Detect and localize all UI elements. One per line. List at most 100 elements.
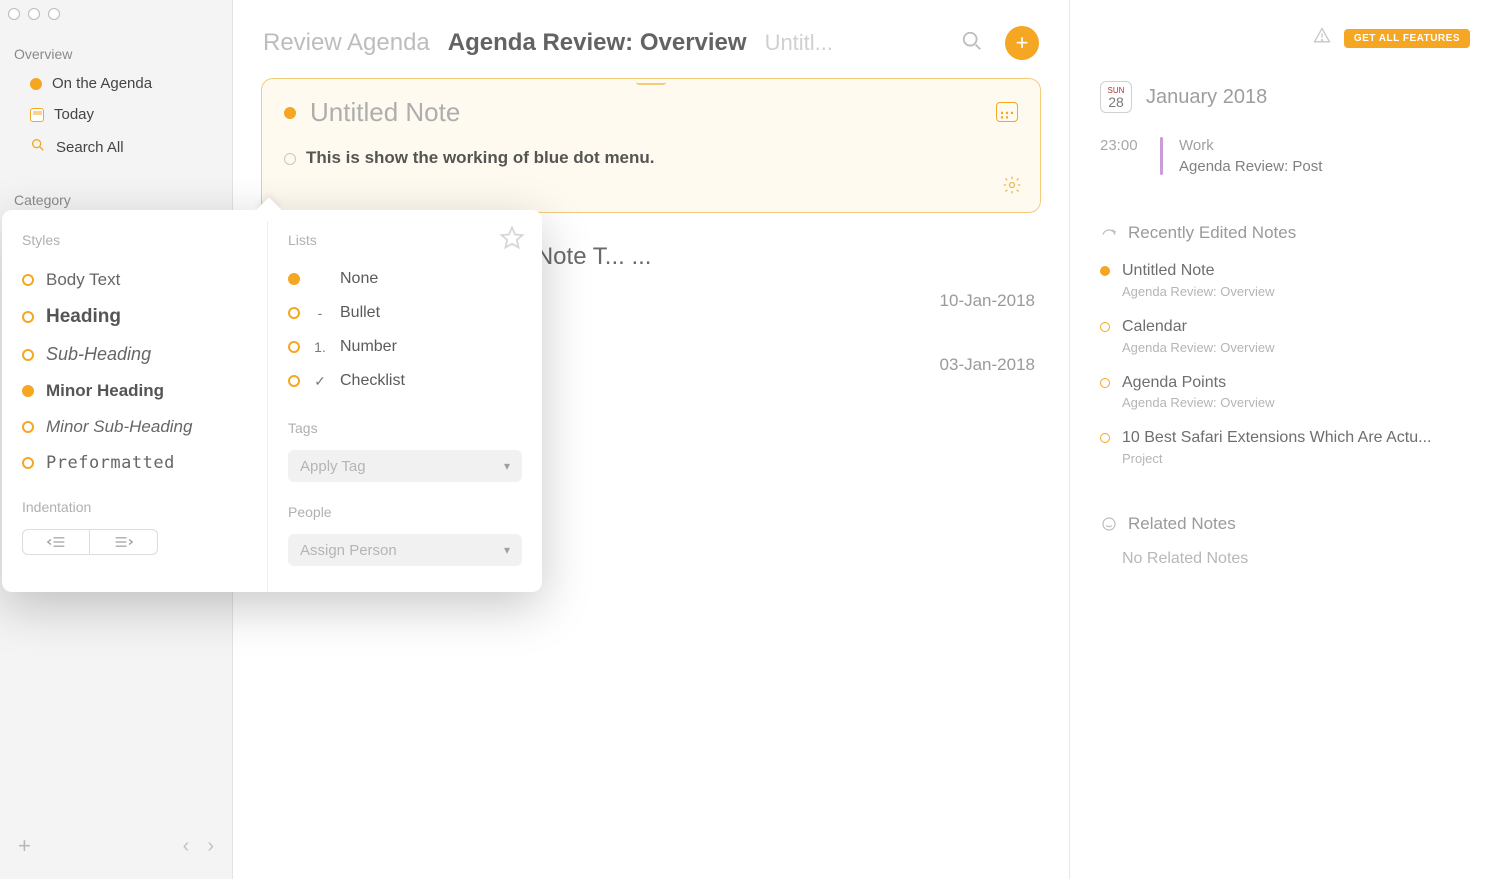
nav-forward-button[interactable]: › (207, 835, 214, 858)
radio-icon (22, 385, 34, 397)
breadcrumb-note[interactable]: Untitl... (765, 30, 833, 56)
breadcrumb-category[interactable]: Review Agenda (263, 29, 430, 57)
related-notes-empty: No Related Notes (1100, 550, 1470, 568)
list-label: None (340, 270, 378, 288)
recent-note-item[interactable]: Untitled Note Agenda Review: Overview (1100, 261, 1470, 299)
style-option-minor-heading[interactable]: Minor Heading (22, 373, 247, 409)
recent-note-project: Project (1122, 451, 1431, 466)
dot-icon (1100, 378, 1110, 388)
recent-note-item[interactable]: 10 Best Safari Extensions Which Are Actu… (1100, 428, 1470, 466)
note-body[interactable]: This is show the working of blue dot men… (306, 148, 655, 168)
window-controls[interactable] (8, 8, 60, 20)
recent-note-title: 10 Best Safari Extensions Which Are Actu… (1122, 428, 1431, 449)
recent-note-project: Agenda Review: Overview (1122, 395, 1274, 410)
recent-note-title: Calendar (1122, 317, 1274, 338)
list-glyph-icon: ✓ (312, 373, 328, 390)
chevron-down-icon: ▾ (504, 543, 510, 557)
style-option-preformatted[interactable]: Preformatted (22, 445, 247, 481)
related-notes-header: Related Notes (1100, 514, 1470, 534)
radio-icon (288, 341, 300, 353)
favorite-icon[interactable] (498, 224, 526, 257)
search-icon (30, 137, 46, 157)
recent-note-project: Agenda Review: Overview (1122, 340, 1274, 355)
close-icon[interactable] (8, 8, 20, 20)
indent-button[interactable] (90, 529, 158, 555)
radio-icon (288, 273, 300, 285)
note-card[interactable]: Untitled Note This is show the working o… (261, 78, 1041, 213)
assign-person-dropdown[interactable]: Assign Person ▾ (288, 534, 522, 566)
style-option-body-text[interactable]: Body Text (22, 262, 247, 298)
recent-note-title: Untitled Note (1122, 261, 1274, 282)
calendar-date[interactable]: January 2018 (1146, 86, 1267, 109)
style-option-sub-heading[interactable]: Sub-Heading (22, 336, 247, 373)
list-option-number[interactable]: 1. Number (288, 330, 522, 364)
calendar-icon[interactable] (996, 102, 1018, 124)
radio-icon (288, 375, 300, 387)
minimize-icon[interactable] (28, 8, 40, 20)
agenda-dot-icon[interactable] (284, 107, 296, 119)
breadcrumb-project[interactable]: Agenda Review: Overview (448, 29, 747, 57)
sidebar-section-overview: Overview (0, 38, 232, 68)
sidebar-item-label: Today (54, 106, 94, 123)
radio-icon (22, 421, 34, 433)
add-category-button[interactable]: + (18, 833, 31, 859)
recent-note-item[interactable]: Agenda PointsAgenda Review: Overview (1100, 373, 1470, 411)
apply-tag-dropdown[interactable]: Apply Tag ▾ (288, 450, 522, 482)
event-title: Agenda Review: Post (1179, 158, 1322, 175)
styles-header: Styles (22, 232, 247, 248)
outdent-button[interactable] (22, 529, 90, 555)
event-color-bar (1160, 137, 1163, 175)
style-label: Minor Heading (46, 381, 164, 401)
style-label: Sub-Heading (46, 344, 151, 365)
indentation-header: Indentation (22, 499, 247, 515)
dot-icon (1100, 322, 1110, 332)
sidebar-item-today[interactable]: Today (0, 99, 232, 130)
zoom-icon[interactable] (48, 8, 60, 20)
list-label: Number (340, 338, 397, 356)
calendar-event[interactable]: 23:00 Work Agenda Review: Post (1100, 137, 1470, 175)
style-option-heading[interactable]: Heading (22, 298, 247, 336)
add-note-button[interactable]: + (1005, 26, 1039, 60)
style-label: Heading (46, 306, 121, 328)
style-option-minor-sub-heading[interactable]: Minor Sub-Heading (22, 409, 247, 445)
calendar-icon[interactable]: SUN 28 (1100, 81, 1132, 113)
drag-handle-icon[interactable] (636, 79, 666, 85)
list-glyph-icon: - (312, 305, 328, 321)
event-calendar-name: Work (1179, 137, 1322, 154)
list-option-checklist[interactable]: ✓Checklist (288, 364, 522, 398)
radio-icon (22, 274, 34, 286)
sidebar-item-on-the-agenda[interactable]: On the Agenda (0, 68, 232, 99)
radio-icon (22, 457, 34, 469)
recent-note-item[interactable]: Calendar Agenda Review: Overview (1100, 317, 1470, 355)
right-panel: GET ALL FEATURES SUN 28 January 2018 23:… (1070, 0, 1500, 879)
dot-icon (30, 78, 42, 90)
paragraph-marker-icon[interactable] (284, 153, 296, 165)
breadcrumb: Review Agenda Agenda Review: Overview Un… (233, 26, 1069, 78)
recent-notes-header: Recently Edited Notes (1100, 223, 1470, 243)
sync-warning-icon[interactable] (1312, 26, 1332, 51)
dot-icon (1100, 266, 1110, 276)
sidebar-item-label: Search All (56, 139, 124, 156)
list-option-bullet[interactable]: -Bullet (288, 296, 522, 330)
people-header: People (288, 504, 522, 520)
radio-icon (22, 311, 34, 323)
list-glyph-icon: 1. (312, 339, 328, 355)
nav-back-button[interactable]: ‹ (183, 835, 190, 858)
style-label: Minor Sub-Heading (46, 417, 192, 437)
recent-note-title: Agenda Points (1122, 373, 1274, 394)
radio-icon (22, 349, 34, 361)
get-features-button[interactable]: GET ALL FEATURES (1344, 29, 1470, 48)
format-popover: Styles Body Text Heading Sub-Heading Minor … (2, 210, 542, 592)
event-time: 23:00 (1100, 137, 1144, 175)
gear-icon[interactable] (1002, 175, 1022, 200)
lists-header: Lists (288, 232, 522, 248)
list-option-none[interactable]: None (288, 262, 522, 296)
chevron-down-icon: ▾ (504, 459, 510, 473)
search-button[interactable] (961, 30, 983, 57)
tags-header: Tags (288, 420, 522, 436)
recent-note-project: Agenda Review: Overview (1122, 284, 1274, 299)
radio-icon (288, 307, 300, 319)
note-title[interactable]: Untitled Note (310, 97, 460, 128)
sidebar-item-label: On the Agenda (52, 75, 152, 92)
sidebar-item-search-all[interactable]: Search All (0, 130, 232, 164)
